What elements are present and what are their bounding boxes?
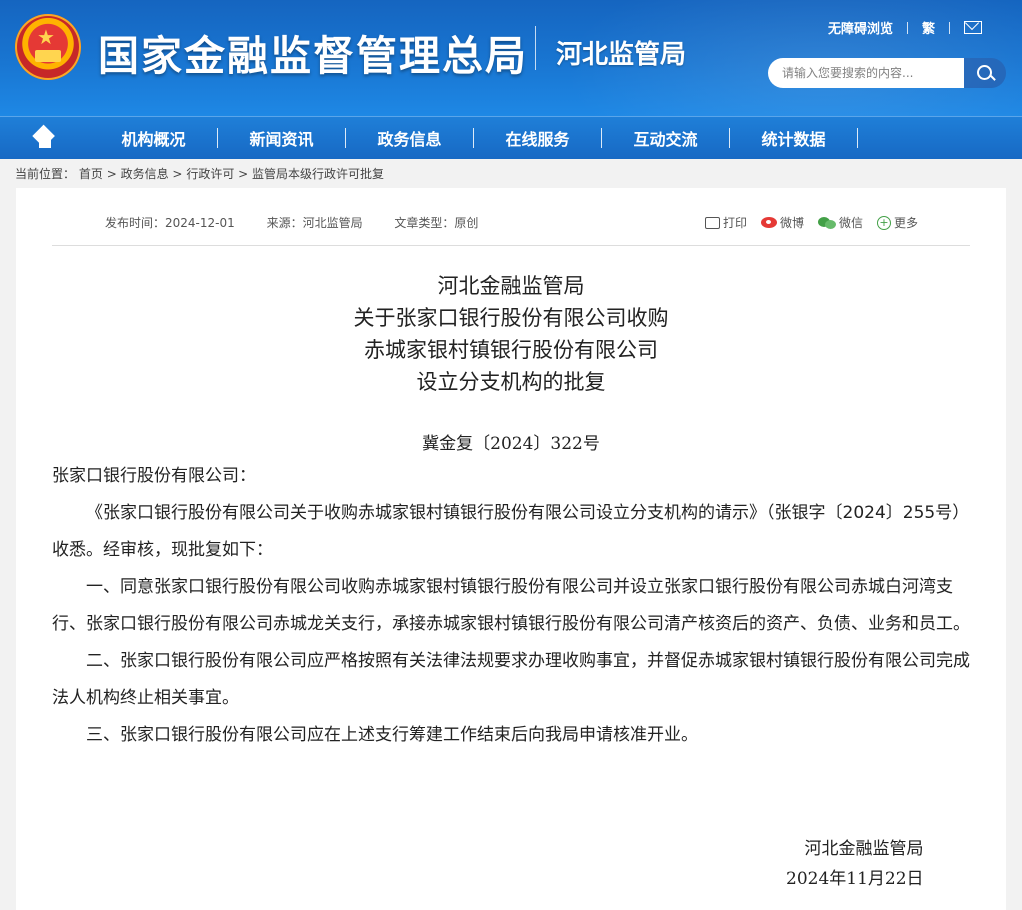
article-source: 来源：河北监管局: [266, 216, 363, 230]
home-icon: [34, 128, 56, 148]
site-header: ★ 国家金融监督管理总局 河北监管局 无障碍浏览 繁: [0, 0, 1022, 116]
print-button[interactable]: 打印: [704, 214, 747, 231]
print-icon: [704, 216, 720, 229]
signature-date: 2024年11月22日: [786, 869, 924, 889]
search-box: [768, 58, 1006, 88]
article-panel: 发布时间：2024-12-01 来源：河北监管局 文章类型：原创 打印 微博 微…: [16, 188, 1006, 910]
breadcrumb-admin-license[interactable]: 行政许可: [186, 167, 234, 181]
org-title[interactable]: 国家金融监督管理总局: [98, 22, 528, 82]
more-label: 更多: [893, 216, 918, 230]
more-share-button[interactable]: + 更多: [876, 214, 918, 231]
nav-divider: [857, 128, 858, 148]
body-paragraph: 《张家口银行股份有限公司关于收购赤城家银村镇银行股份有限公司设立分支机构的请示》…: [52, 503, 970, 560]
document-number: 冀金复〔2024〕322号: [422, 434, 600, 454]
national-emblem-icon: ★: [15, 14, 81, 80]
breadcrumb-government-info[interactable]: 政务信息: [121, 167, 169, 181]
breadcrumb-separator: >: [172, 167, 183, 181]
article-type: 文章类型：原创: [394, 216, 479, 230]
nav-item-online-service[interactable]: 在线服务: [474, 126, 601, 150]
signature-org: 河北金融监管局: [804, 839, 924, 859]
meta-divider: [52, 245, 970, 246]
title-line: 河北金融监管局: [437, 274, 585, 298]
sub-org-title[interactable]: 河北监管局: [556, 34, 686, 71]
breadcrumb-current[interactable]: 监管局本级行政许可批复: [252, 167, 384, 181]
nav-item-institution[interactable]: 机构概况: [90, 126, 217, 150]
body-paragraph: 三、张家口银行股份有限公司应在上述支行筹建工作结束后向我局申请核准开业。: [86, 725, 698, 745]
breadcrumb-label: 当前位置：: [15, 167, 76, 181]
breadcrumb-home[interactable]: 首页: [79, 167, 103, 181]
link-divider: [906, 21, 908, 34]
title-line: 设立分支机构的批复: [416, 370, 606, 394]
mail-icon[interactable]: [964, 21, 982, 34]
wechat-share-button[interactable]: 微信: [817, 214, 863, 231]
accessibility-link[interactable]: 无障碍浏览: [828, 18, 893, 37]
traditional-chinese-link[interactable]: 繁: [922, 18, 935, 37]
wechat-icon: [817, 216, 836, 229]
salutation: 张家口银行股份有限公司：: [52, 466, 256, 486]
top-links: 无障碍浏览 繁: [828, 18, 982, 37]
weibo-icon: [760, 217, 777, 228]
weibo-label: 微博: [779, 216, 804, 230]
body-paragraph: 一、同意张家口银行股份有限公司收购赤城家银村镇银行股份有限公司并设立张家口银行股…: [52, 577, 970, 634]
document-body: 张家口银行股份有限公司： 《张家口银行股份有限公司关于收购赤城家银村镇银行股份有…: [52, 458, 972, 754]
search-input[interactable]: [768, 58, 964, 88]
nav-item-statistics[interactable]: 统计数据: [730, 126, 857, 150]
publish-time: 发布时间：2024-12-01: [105, 216, 235, 230]
weibo-share-button[interactable]: 微博: [760, 214, 804, 231]
signature-block: 河北金融监管局 2024年11月22日: [786, 834, 924, 894]
article-meta: 发布时间：2024-12-01 来源：河北监管局 文章类型：原创: [105, 214, 506, 231]
breadcrumb: 当前位置： 首页 > 政务信息 > 行政许可 > 监管局本级行政许可批复: [0, 159, 1022, 189]
share-bar: 打印 微博 微信 + 更多: [691, 214, 918, 231]
title-line: 关于张家口银行股份有限公司收购: [353, 306, 669, 330]
nav-item-news[interactable]: 新闻资讯: [218, 126, 345, 150]
plus-icon: +: [876, 215, 891, 230]
wechat-label: 微信: [838, 216, 863, 230]
search-button[interactable]: [964, 58, 1006, 88]
title-line: 赤城家银村镇银行股份有限公司: [364, 338, 658, 362]
print-label: 打印: [722, 216, 747, 230]
nav-home[interactable]: [0, 117, 90, 159]
link-divider: [949, 21, 950, 34]
main-nav: 机构概况 新闻资讯 政务信息 在线服务 互动交流 统计数据: [0, 116, 1022, 159]
body-paragraph: 二、张家口银行股份有限公司应严格按照有关法律法规要求办理收购事宜，并督促赤城家银…: [52, 651, 970, 708]
nav-item-interaction[interactable]: 互动交流: [602, 126, 729, 150]
breadcrumb-separator: >: [106, 167, 117, 181]
breadcrumb-separator: >: [238, 167, 249, 181]
document-title: 河北金融监管局 关于张家口银行股份有限公司收购 赤城家银村镇银行股份有限公司 设…: [16, 270, 1006, 398]
nav-item-government-info[interactable]: 政务信息: [346, 126, 473, 150]
header-divider: [535, 26, 536, 70]
